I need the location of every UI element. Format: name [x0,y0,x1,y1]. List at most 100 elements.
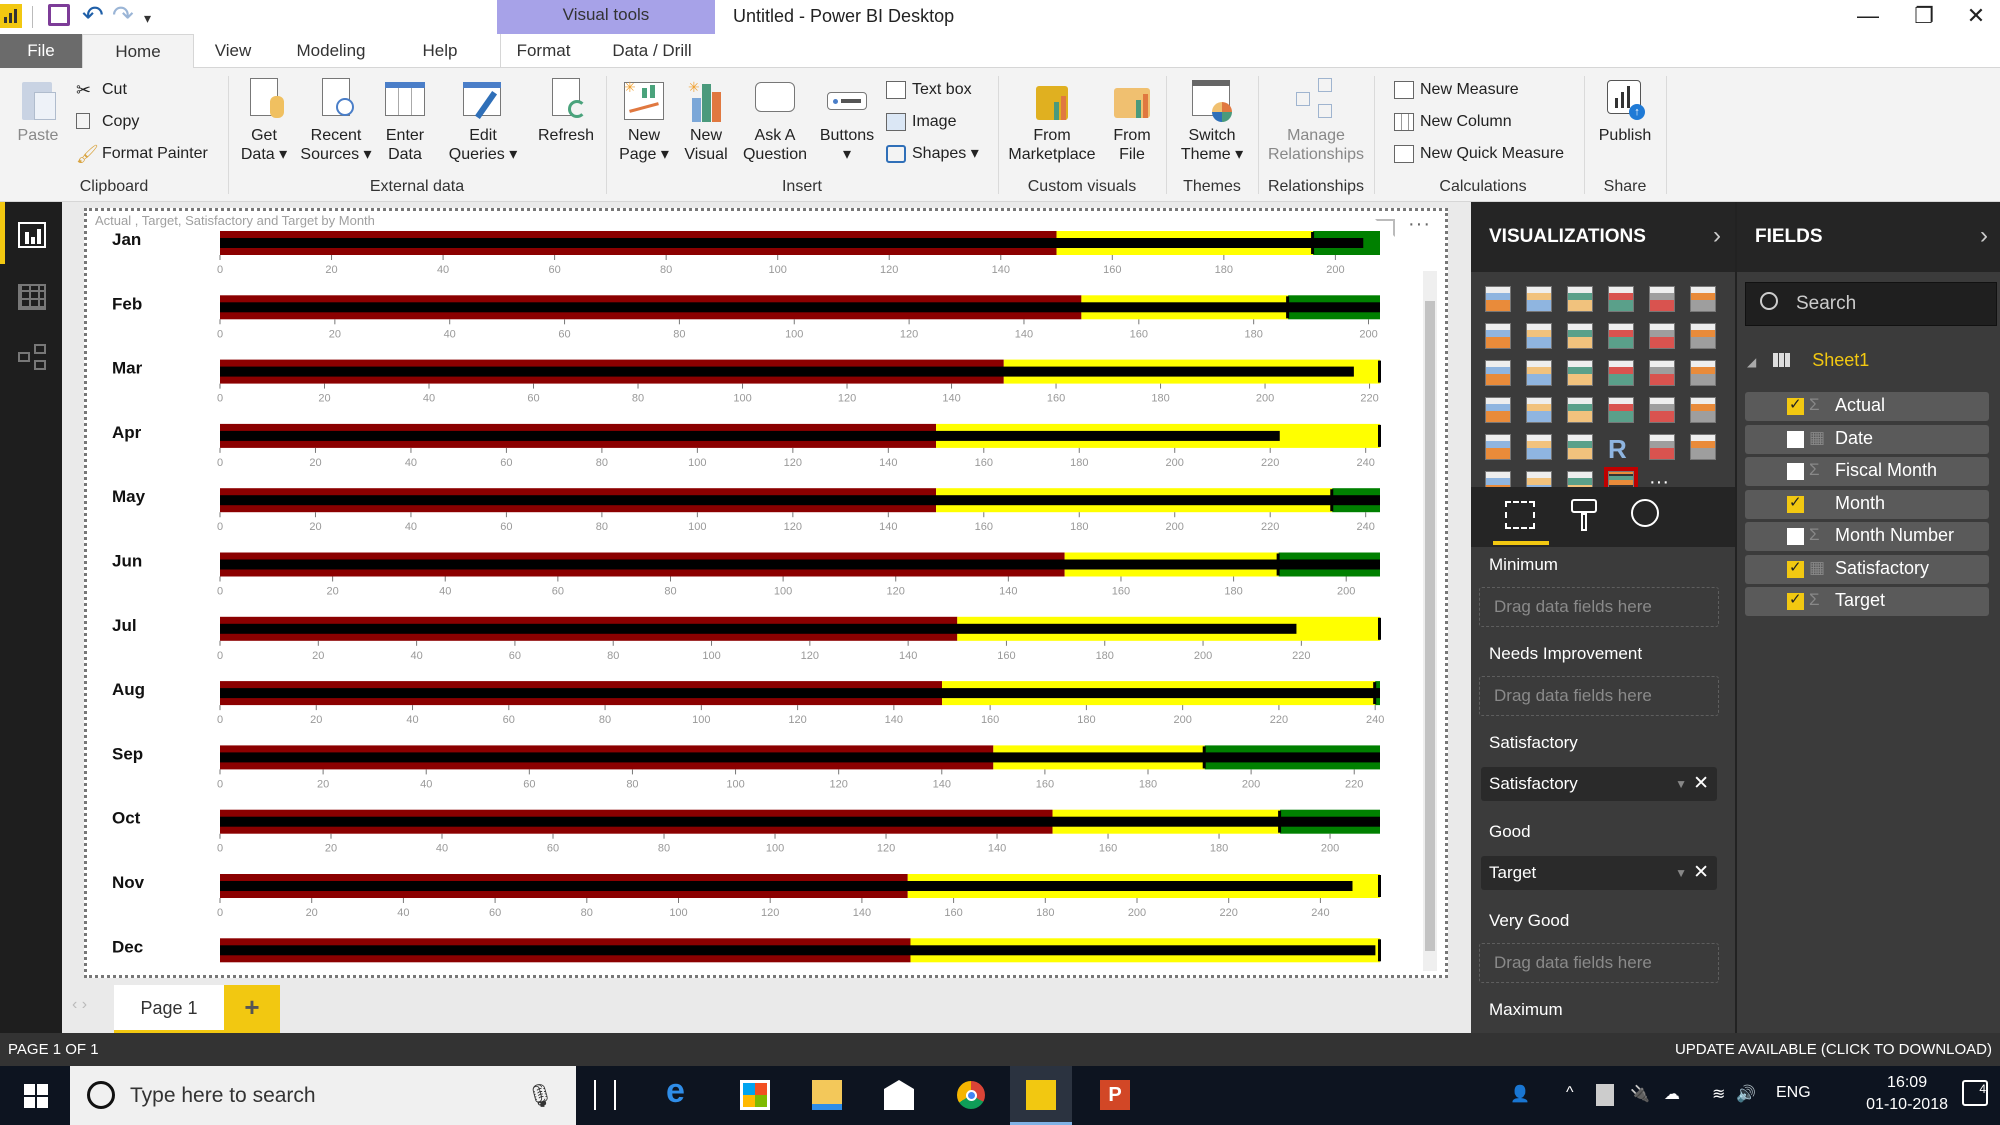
viz-slicer-icon[interactable] [1485,434,1511,460]
well-drop-zone[interactable]: Drag data fields here [1479,587,1719,627]
visual-scrollbar[interactable] [1423,271,1437,971]
viz-chiclet-icon[interactable] [1690,434,1716,460]
image-button[interactable]: Image [886,110,956,134]
volume-icon[interactable]: 🔊 [1736,1084,1756,1104]
edge-browser-icon[interactable]: e [666,1072,696,1110]
recent-sources-button[interactable]: Recent Sources ▾ [298,78,374,164]
analytics-magnifier-icon[interactable] [1631,499,1659,527]
copy-button[interactable]: Copy [76,110,139,134]
field-dropdown-icon[interactable]: ▼ [1675,856,1687,890]
viz-funnel-icon[interactable] [1526,397,1552,423]
viz-100-bar-icon[interactable] [1649,286,1675,312]
well-drop-zone[interactable]: Drag data fields here [1479,676,1719,716]
get-data-button[interactable]: Get Data ▾ [236,78,292,164]
fields-tab-icon[interactable] [1505,501,1535,529]
field-item-month[interactable]: Month [1745,489,1989,519]
viz-donut-icon[interactable] [1608,360,1634,386]
new-page-button[interactable]: ✳ New Page ▾ [614,78,674,164]
viz-ribbon-icon[interactable] [1690,323,1716,349]
viz-clustered-bar-icon[interactable] [1567,286,1593,312]
field-item-month-number[interactable]: Σ Month Number [1745,522,1989,551]
tab-modeling[interactable]: Modeling [280,34,382,68]
manage-relationships-button[interactable]: Manage Relationships [1264,78,1368,164]
viz-line-clustered-icon[interactable] [1649,323,1675,349]
well-field-target[interactable]: Target ▼ ✕ [1481,856,1717,890]
tab-home[interactable]: Home [82,34,194,69]
viz-globe-icon[interactable] [1649,434,1675,460]
task-view-icon[interactable] [594,1080,616,1110]
scrollbar-thumb[interactable] [1425,301,1435,951]
fields-search-input[interactable]: Search [1745,282,1997,326]
field-item-target[interactable]: Σ Target [1745,587,1989,616]
viz-map-icon[interactable] [1690,360,1716,386]
viz-pie-icon[interactable] [1567,360,1593,386]
viz-gauge-icon[interactable] [1567,397,1593,423]
viz-stacked-area-icon[interactable] [1567,323,1593,349]
tab-help[interactable]: Help [404,34,476,68]
text-box-button[interactable]: Text box [886,78,972,102]
page-tab-page-1[interactable]: Page 1 [114,985,224,1033]
add-page-button[interactable]: + [224,985,280,1033]
remove-field-icon[interactable]: ✕ [1693,856,1709,890]
taskbar-search-input[interactable]: Type here to search 🎙 [70,1066,576,1125]
new-visual-button[interactable]: ✳ New Visual [680,78,732,164]
viz-r-script-icon[interactable]: R [1608,434,1634,464]
well-field-satisfactory[interactable]: Satisfactory ▼ ✕ [1481,767,1717,801]
field-checkbox[interactable] [1787,463,1804,480]
people-icon[interactable]: 👤 [1510,1084,1530,1104]
paste-button[interactable]: Paste [10,78,66,145]
viz-multi-row-card-icon[interactable] [1649,397,1675,423]
chrome-icon[interactable] [956,1080,986,1110]
new-quick-measure-button[interactable]: New Quick Measure [1394,142,1564,166]
windows-start-icon[interactable] [24,1084,48,1108]
switch-theme-button[interactable]: Switch Theme ▾ [1172,78,1252,164]
mail-icon[interactable] [884,1080,914,1110]
redo-icon[interactable]: ↷ [112,0,134,31]
tray-app-icon[interactable] [1596,1084,1614,1106]
action-center-icon[interactable]: 4 [1962,1080,1988,1106]
field-item-date[interactable]: ▦ Date [1745,424,1989,454]
relationships-view-icon[interactable] [18,344,46,370]
close-button[interactable]: ✕ [1956,2,1996,32]
field-checkbox[interactable] [1787,558,1804,578]
update-available-link[interactable]: UPDATE AVAILABLE (CLICK TO DOWNLOAD) [1675,1041,1992,1058]
viz-kpi-icon[interactable] [1690,397,1716,423]
tab-file[interactable]: File [0,34,82,68]
expand-triangle-icon[interactable]: ◢ [1747,355,1756,369]
page-nav-arrows-icon[interactable]: ‹ › [72,996,87,1014]
store-icon[interactable] [740,1080,770,1110]
viz-line-column-icon[interactable] [1608,323,1634,349]
field-checkbox[interactable] [1787,528,1804,545]
tab-view[interactable]: View [200,34,266,68]
viz-line-icon[interactable] [1485,323,1511,349]
collapse-visualizations-chevron-icon[interactable]: › [1713,222,1721,250]
powerpoint-icon[interactable]: P [1100,1080,1130,1110]
bullet-chart-visual[interactable]: Actual , Target, Satisfactory and Target… [84,208,1448,978]
publish-button[interactable]: ↑ Publish [1590,78,1660,145]
show-hidden-icons-chevron[interactable]: ^ [1566,1084,1574,1102]
report-view-icon[interactable] [18,222,46,248]
power-bi-taskbar-button[interactable] [1010,1066,1072,1125]
viz-100-column-icon[interactable] [1690,286,1716,312]
format-painter-button[interactable]: 🖌 Format Painter [76,142,208,166]
remove-field-icon[interactable]: ✕ [1693,767,1709,801]
file-explorer-icon[interactable] [812,1080,842,1110]
minimize-button[interactable]: — [1848,2,1888,32]
field-checkbox[interactable] [1787,493,1804,513]
viz-treemap-icon[interactable] [1649,360,1675,386]
cut-button[interactable]: ✂ Cut [76,78,127,102]
new-column-button[interactable]: New Column [1394,110,1512,134]
viz-scatter-icon[interactable] [1526,360,1552,386]
viz-card-icon[interactable] [1608,397,1634,423]
viz-waterfall-icon[interactable] [1485,360,1511,386]
clock[interactable]: 16:09 01-10-2018 [1866,1072,1948,1116]
viz-stacked-column-icon[interactable] [1526,286,1552,312]
ask-a-question-button[interactable]: Ask A Question [738,78,812,164]
microphone-icon[interactable]: 🎙 [526,1066,554,1125]
viz-stacked-bar-icon[interactable] [1485,286,1511,312]
viz-area-icon[interactable] [1526,323,1552,349]
viz-clustered-column-icon[interactable] [1608,286,1634,312]
collapse-fields-chevron-icon[interactable]: › [1980,222,1988,250]
onedrive-cloud-icon[interactable]: ☁ [1664,1084,1680,1104]
from-file-button[interactable]: From File [1106,78,1158,164]
